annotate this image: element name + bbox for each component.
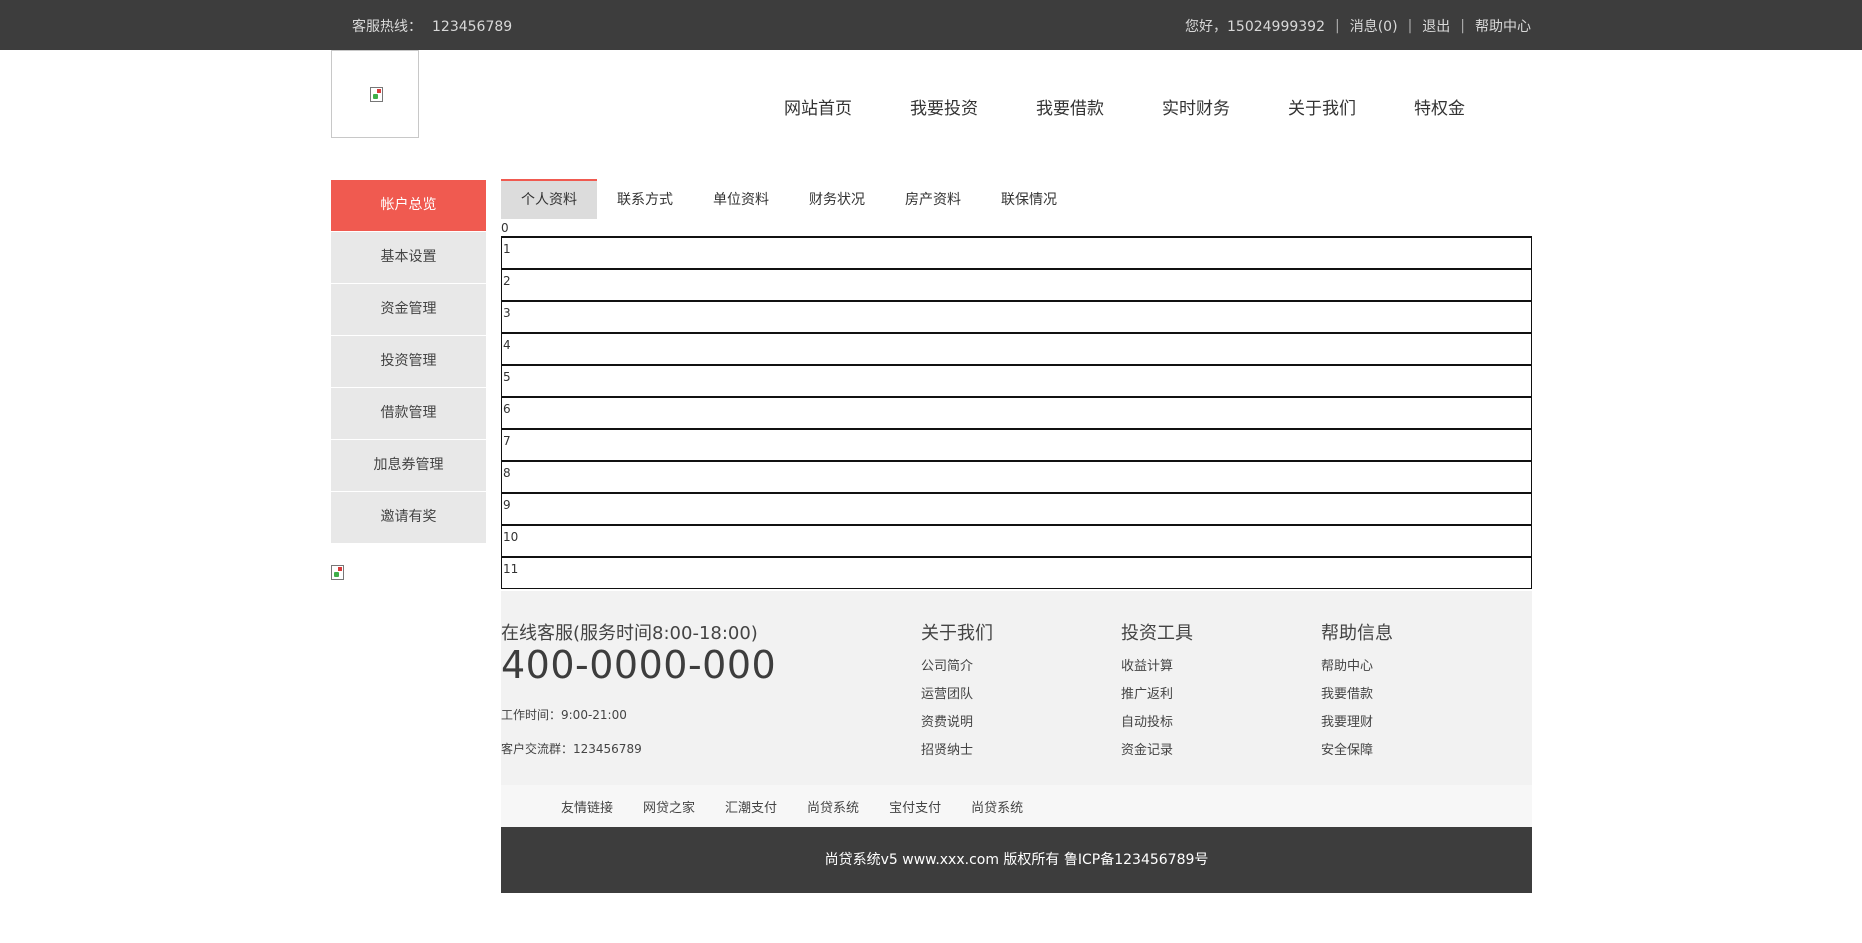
footer-link[interactable]: 安全保障 xyxy=(1321,739,1393,767)
help-center-link[interactable]: 帮助中心 xyxy=(1475,16,1531,36)
nav-about[interactable]: 关于我们 xyxy=(1288,94,1414,119)
tab-employer[interactable]: 单位资料 xyxy=(693,179,789,219)
footer-link[interactable]: 帮助中心 xyxy=(1321,655,1393,683)
footer-link[interactable]: 资费说明 xyxy=(921,711,993,739)
footer-link[interactable]: 我要理财 xyxy=(1321,711,1393,739)
tab-property[interactable]: 房产资料 xyxy=(885,179,981,219)
tab-contact[interactable]: 联系方式 xyxy=(597,179,693,219)
tab-personal-info[interactable]: 个人资料 xyxy=(501,179,597,219)
separator: | xyxy=(1335,18,1340,34)
sidebar-item-coupons[interactable]: 加息券管理 xyxy=(331,440,486,492)
hotline: 客服热线： 123456789 xyxy=(352,16,512,36)
sidebar-item-funds[interactable]: 资金管理 xyxy=(331,284,486,336)
footer-column-title: 关于我们 xyxy=(921,623,993,644)
friend-links: 友情链接 网贷之家 汇潮支付 尚贷系统 宝付支付 尚贷系统 xyxy=(501,785,1532,827)
broken-image-icon xyxy=(331,565,344,580)
messages-link[interactable]: 消息(0) xyxy=(1350,16,1398,36)
service-phone: 400-0000-000 xyxy=(501,643,777,687)
greeting: 您好，15024999392 xyxy=(1185,19,1325,35)
list-item: 7 xyxy=(501,428,1532,460)
profile-rows: 0 1 2 3 4 5 6 7 8 9 10 11 xyxy=(501,220,1532,589)
footer-column-title: 投资工具 xyxy=(1121,623,1193,644)
list-item: 8 xyxy=(501,460,1532,492)
top-bar: 客服热线： 123456789 您好，15024999392 | 消息(0) | … xyxy=(0,0,1862,50)
list-item: 9 xyxy=(501,492,1532,524)
footer-column-title: 帮助信息 xyxy=(1321,623,1393,644)
list-item: 0 xyxy=(501,221,509,235)
list-item: 2 xyxy=(501,268,1532,300)
footer-link[interactable]: 我要借款 xyxy=(1321,683,1393,711)
separator: | xyxy=(1407,18,1413,34)
footer-link[interactable]: 运营团队 xyxy=(921,683,993,711)
hotline-number: 123456789 xyxy=(432,19,513,35)
user-links: 您好，15024999392 | 消息(0) | 退出 | 帮助中心 xyxy=(1185,16,1531,36)
broken-image-icon xyxy=(370,87,383,102)
friend-links-label: 友情链接 xyxy=(561,800,614,816)
footer-link[interactable]: 收益计算 xyxy=(1121,655,1193,683)
sidebar-item-basic-settings[interactable]: 基本设置 xyxy=(331,232,486,284)
friend-link[interactable]: 宝付支付 xyxy=(889,797,941,816)
footer-link[interactable]: 推广返利 xyxy=(1121,683,1193,711)
profile-tabs: 个人资料 联系方式 单位资料 财务状况 房产资料 联保情况 xyxy=(501,179,1077,219)
main-nav: 网站首页 我要投资 我要借款 实时财务 关于我们 特权金 xyxy=(784,94,1540,119)
list-item: 1 xyxy=(501,236,1532,268)
account-sidebar: 帐户总览 基本设置 资金管理 投资管理 借款管理 加息券管理 邀请有奖 xyxy=(331,180,486,544)
friend-link[interactable]: 尚贷系统 xyxy=(807,797,859,816)
footer-column-about: 关于我们 公司简介 运营团队 资费说明 招贤纳士 xyxy=(921,619,993,767)
sidebar-item-account-overview[interactable]: 帐户总览 xyxy=(331,180,486,232)
tab-financial-status[interactable]: 财务状况 xyxy=(789,179,885,219)
list-item: 10 xyxy=(501,524,1532,556)
sidebar-item-loans[interactable]: 借款管理 xyxy=(331,388,486,440)
service-title: 在线客服(服务时间8:00-18:00) xyxy=(501,623,758,644)
sidebar-item-invite[interactable]: 邀请有奖 xyxy=(331,492,486,544)
list-item: 6 xyxy=(501,396,1532,428)
work-hours: 工作时间：9:00-21:00 xyxy=(501,708,627,722)
footer: 在线客服(服务时间8:00-18:00) 400-0000-000 工作时间：9… xyxy=(501,591,1532,785)
list-item: 3 xyxy=(501,300,1532,332)
footer-link[interactable]: 资金记录 xyxy=(1121,739,1193,767)
friend-link[interactable]: 尚贷系统 xyxy=(971,797,1023,816)
list-item: 4 xyxy=(501,332,1532,364)
copyright: 尚贷系统v5 www.xxx.com 版权所有 鲁ICP备123456789号 xyxy=(501,827,1532,893)
nav-invest[interactable]: 我要投资 xyxy=(910,94,1036,119)
hotline-label: 客服热线： xyxy=(352,19,422,35)
site-logo[interactable] xyxy=(331,50,419,138)
nav-finance[interactable]: 实时财务 xyxy=(1162,94,1288,119)
separator: | xyxy=(1460,18,1465,34)
customer-group: 客户交流群：123456789 xyxy=(501,742,642,756)
friend-link[interactable]: 网贷之家 xyxy=(643,797,695,816)
footer-column-tools: 投资工具 收益计算 推广返利 自动投标 资金记录 xyxy=(1121,619,1193,767)
tab-guarantee[interactable]: 联保情况 xyxy=(981,179,1077,219)
footer-link[interactable]: 自动投标 xyxy=(1121,711,1193,739)
nav-privilege[interactable]: 特权金 xyxy=(1414,94,1540,119)
friend-link[interactable]: 汇潮支付 xyxy=(725,797,777,816)
list-item: 11 xyxy=(501,556,1532,589)
list-item: 5 xyxy=(501,364,1532,396)
footer-link[interactable]: 招贤纳士 xyxy=(921,739,993,767)
logout-link[interactable]: 退出 xyxy=(1422,16,1450,36)
sidebar-item-investments[interactable]: 投资管理 xyxy=(331,336,486,388)
footer-column-help: 帮助信息 帮助中心 我要借款 我要理财 安全保障 xyxy=(1321,619,1393,767)
nav-home[interactable]: 网站首页 xyxy=(784,94,910,119)
footer-link[interactable]: 公司简介 xyxy=(921,655,993,683)
nav-borrow[interactable]: 我要借款 xyxy=(1036,94,1162,119)
